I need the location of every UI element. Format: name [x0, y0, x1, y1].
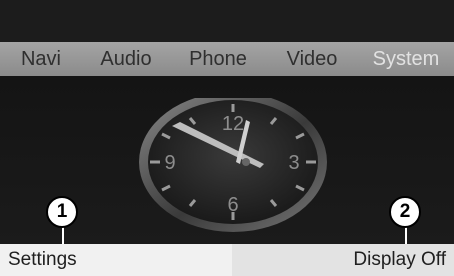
- clock-numeral-3: 3: [288, 152, 299, 174]
- menu-item-system[interactable]: System: [358, 42, 454, 76]
- clock-center: [242, 158, 250, 166]
- settings-softkey[interactable]: Settings: [0, 244, 232, 276]
- display-screen: Navi Audio Phone Video System 12 3 6 9 1…: [0, 0, 454, 276]
- clock-icon: 12 3 6 9: [139, 98, 327, 232]
- callout-2-badge: 2: [389, 196, 421, 228]
- display-off-softkey[interactable]: Display Off: [232, 244, 454, 276]
- main-menu-bar: Navi Audio Phone Video System: [0, 42, 454, 76]
- clock-numeral-6: 6: [227, 194, 238, 216]
- clock-numeral-9: 9: [164, 152, 175, 174]
- menu-item-phone[interactable]: Phone: [170, 42, 266, 76]
- top-band: [0, 0, 454, 42]
- softkey-bar: Settings Display Off: [0, 244, 454, 276]
- clock-numeral-12: 12: [222, 113, 244, 135]
- menu-item-navi[interactable]: Navi: [0, 42, 82, 76]
- menu-item-video[interactable]: Video: [266, 42, 358, 76]
- callout-1-badge: 1: [46, 196, 78, 228]
- menu-item-audio[interactable]: Audio: [82, 42, 170, 76]
